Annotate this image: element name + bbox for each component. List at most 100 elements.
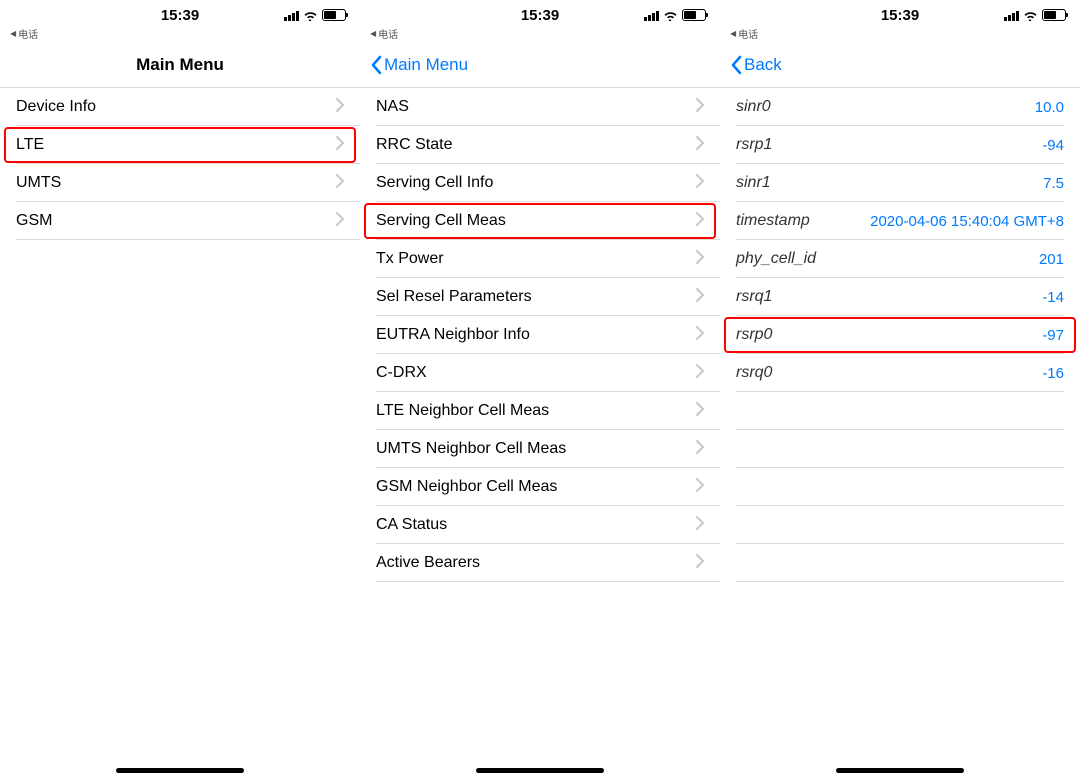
- empty-row: [720, 544, 1080, 582]
- submenu-item-tx-power[interactable]: Tx Power: [360, 240, 720, 278]
- submenu-item-ca-status[interactable]: CA Status: [360, 506, 720, 544]
- battery-icon: [1042, 9, 1066, 21]
- meas-value: 201: [1039, 251, 1064, 268]
- chevron-right-icon: [696, 136, 704, 155]
- screen-lte: 15:39 ◀ 电话 Main Menu NAS RRC State Serving…: [360, 0, 720, 779]
- meas-row-rsrp1: rsrp1-94: [720, 126, 1080, 164]
- cellular-signal-icon: [644, 10, 659, 21]
- page-title: Main Menu: [136, 55, 224, 75]
- wifi-icon: [663, 10, 678, 21]
- status-time: 15:39: [814, 7, 986, 24]
- meas-row-timestamp: timestamp2020-04-06 15:40:04 GMT+8: [720, 202, 1080, 240]
- chevron-right-icon: [696, 98, 704, 117]
- chevron-right-icon: [696, 554, 704, 573]
- submenu-item-label: Tx Power: [376, 250, 696, 268]
- submenu-item-active-bearers[interactable]: Active Bearers: [360, 544, 720, 582]
- submenu-item-label: RRC State: [376, 136, 696, 154]
- submenu-item-label: UMTS Neighbor Cell Meas: [376, 440, 696, 458]
- breadcrumb-back-icon: ◀: [370, 30, 376, 38]
- meas-label: rsrq0: [736, 364, 1042, 382]
- chevron-right-icon: [696, 364, 704, 383]
- meas-label: phy_cell_id: [736, 250, 1039, 268]
- submenu-item-eutra-neighbor-info[interactable]: EUTRA Neighbor Info: [360, 316, 720, 354]
- meas-value: -14: [1042, 289, 1064, 306]
- menu-item-label: GSM: [16, 212, 336, 230]
- nav-bar: Main Menu: [0, 43, 360, 87]
- submenu-item-label: NAS: [376, 98, 696, 116]
- submenu-item-lte-neighbor-cell-meas[interactable]: LTE Neighbor Cell Meas: [360, 392, 720, 430]
- screen-serving-cell-meas: 15:39 ◀ 电话 Back sinr010.0rsrp1-94sinr17.…: [720, 0, 1080, 779]
- main-menu-list: Device Info LTE UMTS GSM: [0, 88, 360, 240]
- breadcrumb[interactable]: ◀ 电话: [720, 26, 1080, 43]
- submenu-item-umts-neighbor-cell-meas[interactable]: UMTS Neighbor Cell Meas: [360, 430, 720, 468]
- submenu-item-label: C-DRX: [376, 364, 696, 382]
- chevron-right-icon: [336, 212, 344, 231]
- meas-value: -16: [1042, 365, 1064, 382]
- menu-item-device-info[interactable]: Device Info: [0, 88, 360, 126]
- breadcrumb[interactable]: ◀ 电话: [0, 26, 360, 43]
- back-button[interactable]: Back: [730, 43, 782, 87]
- back-button[interactable]: Main Menu: [370, 43, 468, 87]
- meas-value: 7.5: [1043, 175, 1064, 192]
- meas-value: 2020-04-06 15:40:04 GMT+8: [870, 213, 1064, 230]
- meas-row-rsrq0: rsrq0-16: [720, 354, 1080, 392]
- back-label: Back: [744, 55, 782, 75]
- submenu-item-label: Serving Cell Meas: [376, 212, 696, 230]
- cellular-signal-icon: [284, 10, 299, 21]
- menu-item-gsm[interactable]: GSM: [0, 202, 360, 240]
- submenu-item-label: LTE Neighbor Cell Meas: [376, 402, 696, 420]
- empty-row: [720, 392, 1080, 430]
- chevron-right-icon: [336, 98, 344, 117]
- menu-item-label: Device Info: [16, 98, 336, 116]
- submenu-item-label: GSM Neighbor Cell Meas: [376, 478, 696, 496]
- meas-row-phy_cell_id: phy_cell_id201: [720, 240, 1080, 278]
- submenu-item-serving-cell-info[interactable]: Serving Cell Info: [360, 164, 720, 202]
- breadcrumb-label: 电话: [738, 26, 758, 41]
- submenu-item-label: Sel Resel Parameters: [376, 288, 696, 306]
- meas-label: rsrp0: [736, 326, 1042, 344]
- menu-item-umts[interactable]: UMTS: [0, 164, 360, 202]
- meas-row-rsrq1: rsrq1-14: [720, 278, 1080, 316]
- meas-value: -94: [1042, 137, 1064, 154]
- battery-icon: [682, 9, 706, 21]
- submenu-item-label: EUTRA Neighbor Info: [376, 326, 696, 344]
- meas-row-rsrp0: rsrp0-97: [720, 316, 1080, 354]
- breadcrumb-back-icon: ◀: [10, 30, 16, 38]
- meas-values-list: sinr010.0rsrp1-94sinr17.5timestamp2020-0…: [720, 88, 1080, 582]
- submenu-item-gsm-neighbor-cell-meas[interactable]: GSM Neighbor Cell Meas: [360, 468, 720, 506]
- meas-value: 10.0: [1035, 99, 1064, 116]
- home-indicator[interactable]: [836, 768, 964, 773]
- status-bar: 15:39: [720, 4, 1080, 26]
- submenu-item-c-drx[interactable]: C-DRX: [360, 354, 720, 392]
- chevron-left-icon: [370, 55, 382, 75]
- status-time: 15:39: [454, 7, 626, 24]
- submenu-item-nas[interactable]: NAS: [360, 88, 720, 126]
- home-indicator[interactable]: [116, 768, 244, 773]
- chevron-right-icon: [696, 402, 704, 421]
- wifi-icon: [1023, 10, 1038, 21]
- meas-value: -97: [1042, 327, 1064, 344]
- empty-row: [720, 430, 1080, 468]
- status-time: 15:39: [94, 7, 266, 24]
- wifi-icon: [303, 10, 318, 21]
- battery-icon: [322, 9, 346, 21]
- breadcrumb[interactable]: ◀ 电话: [360, 26, 720, 43]
- chevron-right-icon: [336, 136, 344, 155]
- submenu-item-rrc-state[interactable]: RRC State: [360, 126, 720, 164]
- submenu-item-label: Active Bearers: [376, 554, 696, 572]
- meas-row-sinr0: sinr010.0: [720, 88, 1080, 126]
- chevron-right-icon: [696, 288, 704, 307]
- chevron-right-icon: [696, 440, 704, 459]
- meas-label: timestamp: [736, 212, 870, 230]
- submenu-item-serving-cell-meas[interactable]: Serving Cell Meas: [360, 202, 720, 240]
- menu-item-label: LTE: [16, 136, 336, 154]
- submenu-item-sel-resel-parameters[interactable]: Sel Resel Parameters: [360, 278, 720, 316]
- chevron-right-icon: [696, 478, 704, 497]
- status-right-icons: [986, 9, 1066, 21]
- chevron-right-icon: [696, 516, 704, 535]
- home-indicator[interactable]: [476, 768, 604, 773]
- menu-item-lte[interactable]: LTE: [0, 126, 360, 164]
- meas-label: sinr1: [736, 174, 1043, 192]
- meas-label: sinr0: [736, 98, 1035, 116]
- meas-row-sinr1: sinr17.5: [720, 164, 1080, 202]
